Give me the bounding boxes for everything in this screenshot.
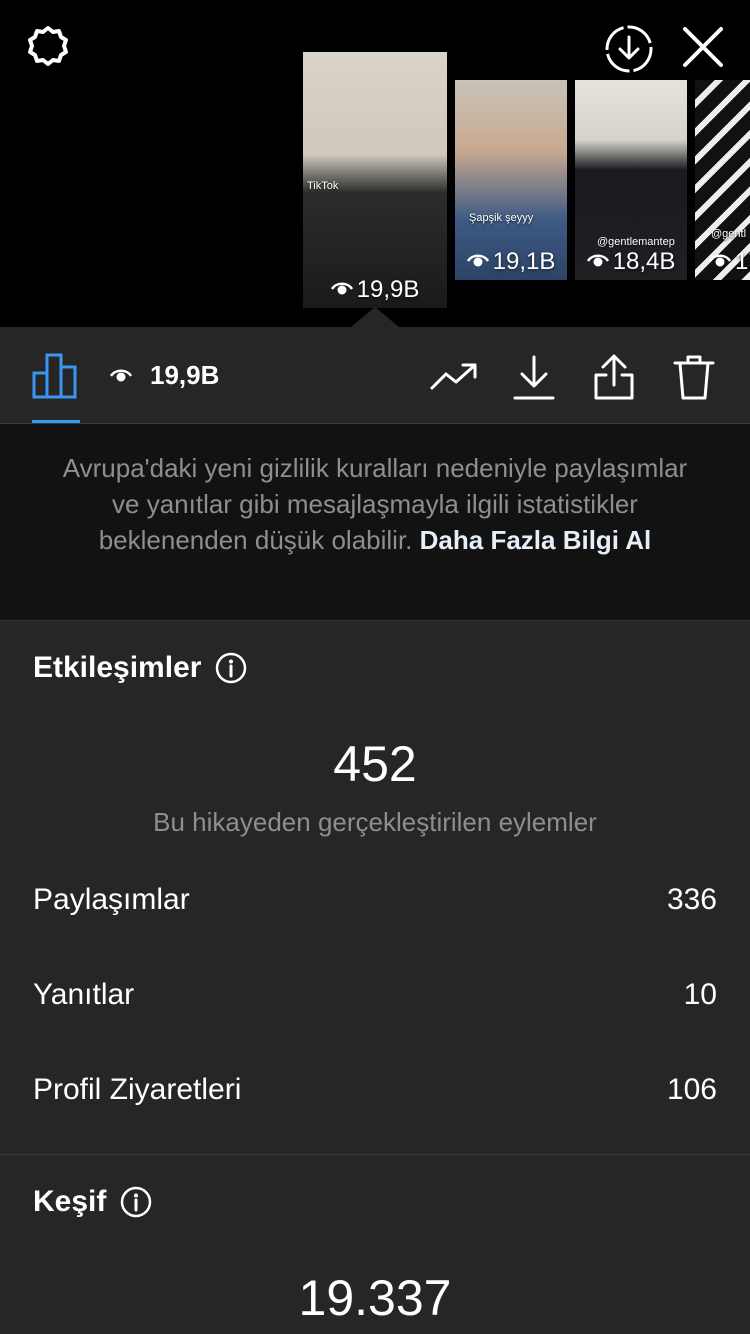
save-to-archive-icon[interactable] bbox=[602, 22, 656, 76]
story-thumbnail[interactable]: Şapşik şeyyy 19,1B bbox=[455, 80, 567, 280]
settings-gear-icon[interactable] bbox=[22, 22, 74, 74]
thumbnail-caption: TikTok bbox=[307, 180, 339, 192]
stat-row: Yanıtlar 10 bbox=[33, 978, 717, 1012]
download-icon[interactable] bbox=[510, 353, 558, 401]
delete-trash-icon[interactable] bbox=[670, 353, 718, 401]
story-thumbnail-selected[interactable]: TikTok 19,9B bbox=[303, 52, 447, 308]
interactions-total: 452 bbox=[333, 736, 417, 792]
learn-more-link[interactable]: Daha Fazla Bilgi Al bbox=[420, 525, 652, 555]
section-title: Keşif bbox=[33, 1185, 107, 1218]
discovery-section: Keşif 19.337 bbox=[0, 1155, 750, 1334]
stat-value: 336 bbox=[666, 883, 717, 916]
info-icon[interactable] bbox=[215, 652, 247, 684]
eye-icon bbox=[330, 276, 353, 304]
insights-toolbar: 19,9B bbox=[0, 307, 750, 424]
thumbnail-caption: Şapşik şeyyy bbox=[469, 212, 534, 224]
close-icon[interactable] bbox=[678, 22, 728, 72]
thumbnail-views: 19,9B bbox=[303, 276, 447, 304]
eye-icon bbox=[708, 248, 732, 276]
thumbnail-caption: @gentl bbox=[711, 228, 747, 240]
story-thumbnail[interactable]: @gentlemantep 18,4B bbox=[575, 80, 687, 280]
section-header: Etkileşimler bbox=[33, 651, 247, 685]
eye-icon bbox=[109, 360, 133, 391]
stat-label: Profil Ziyaretleri bbox=[33, 1073, 242, 1106]
thumbnail-views: 19,1B bbox=[455, 248, 567, 276]
thumbnail-views: 18,4B bbox=[575, 248, 687, 276]
story-thumbnail[interactable]: @gentl 17 bbox=[695, 80, 750, 280]
bar-chart-icon[interactable] bbox=[32, 351, 80, 399]
thumbnail-caption: @gentlemantep bbox=[597, 236, 675, 248]
interactions-section: Etkileşimler 452 Bu hikayeden gerçekleşt… bbox=[0, 621, 750, 1155]
views-count: 19,9B bbox=[109, 360, 219, 391]
section-title: Etkileşimler bbox=[33, 651, 202, 684]
stat-label: Yanıtlar bbox=[33, 978, 135, 1011]
share-icon[interactable] bbox=[590, 353, 638, 401]
eye-icon bbox=[466, 248, 489, 276]
active-tab-indicator bbox=[32, 420, 80, 423]
stat-row: Profil Ziyaretleri 106 bbox=[33, 1073, 717, 1107]
eye-icon bbox=[586, 248, 609, 276]
stat-value: 10 bbox=[683, 978, 717, 1011]
story-thumbnails-area: TikTok 19,9B Şapşik şeyyy 19,1B @gentlem… bbox=[0, 0, 750, 327]
interactions-subtitle: Bu hikayeden gerçekleştirilen eylemler bbox=[153, 807, 597, 837]
thumbnail-views: 17 bbox=[695, 248, 750, 276]
section-header: Keşif bbox=[33, 1185, 152, 1219]
stat-row: Paylaşımlar 336 bbox=[33, 883, 717, 917]
stat-label: Paylaşımlar bbox=[33, 883, 190, 916]
selected-thumbnail-pointer bbox=[351, 307, 399, 327]
promote-trend-icon[interactable] bbox=[430, 353, 478, 401]
info-icon[interactable] bbox=[120, 1186, 152, 1218]
stat-value: 106 bbox=[666, 1073, 717, 1106]
privacy-notice: Avrupa'daki yeni gizlilik kuralları nede… bbox=[0, 424, 750, 621]
discovery-total: 19.337 bbox=[298, 1270, 452, 1326]
